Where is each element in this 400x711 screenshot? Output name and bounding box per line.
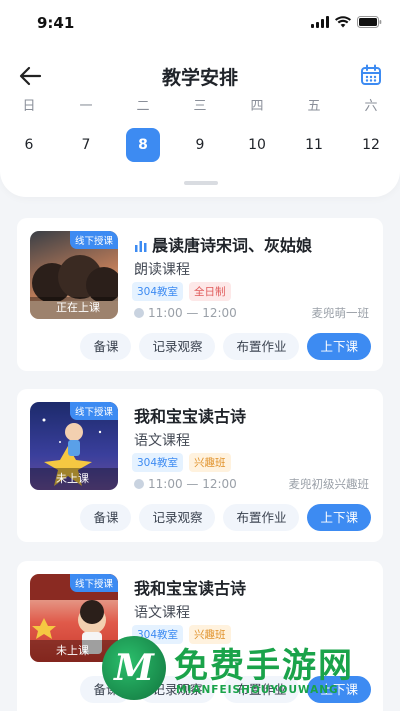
course-type: 朗读课程	[134, 262, 190, 278]
assign-homework-button[interactable]: 布置作业	[223, 504, 300, 531]
date-cell[interactable]: 11	[297, 128, 331, 162]
battery-icon	[357, 16, 382, 28]
clock-icon	[134, 479, 144, 489]
course-card[interactable]: 线下授课 未上课 我和宝宝读古诗 语文课程 304教室 兴趣班 11:00 — …	[17, 389, 383, 542]
weekday-label: 六	[364, 99, 378, 114]
thumb-status: 正在上课	[30, 297, 118, 319]
course-title: 我和宝宝读古诗	[134, 407, 247, 426]
record-observation-button[interactable]: 记录观察	[139, 504, 216, 531]
weekday-label: 二	[136, 99, 150, 114]
class-name: 麦兜初级兴趣班	[288, 477, 370, 491]
watermark-logo: M	[102, 636, 166, 700]
course-tags: 304教室 兴趣班	[132, 453, 231, 472]
room-tag: 304教室	[132, 453, 184, 472]
start-end-class-button[interactable]: 上下课	[307, 333, 371, 360]
page-title: 教学安排	[161, 67, 238, 89]
course-time: 11:00 — 12:00	[148, 477, 237, 491]
category-tag: 全日制	[189, 282, 231, 301]
site-watermark: M 免费手游网 MIANFEISHOUYOUWANG	[102, 632, 398, 711]
class-name: 麦兜萌一班	[311, 306, 370, 320]
weekday-label: 五	[307, 99, 321, 114]
date-row: 6 7 8 9 10 11 12	[0, 128, 400, 164]
course-time: 11:00 — 12:00	[148, 306, 237, 320]
thumb-status: 未上课	[30, 468, 118, 490]
course-type: 语文课程	[134, 433, 190, 449]
calendar-icon[interactable]	[360, 64, 382, 86]
course-card[interactable]: 线下授课 正在上课 晨读唐诗宋词、灰姑娘 朗读课程 304教室 全日制 11:0…	[17, 218, 383, 371]
status-bar: 9:41	[0, 0, 400, 46]
category-tag: 兴趣班	[189, 453, 231, 472]
thumb-tag: 线下授课	[69, 574, 118, 592]
assign-homework-button[interactable]: 布置作业	[223, 333, 300, 360]
thumb-tag: 线下授课	[69, 231, 118, 249]
date-cell[interactable]: 9	[183, 128, 217, 162]
header-panel: 9:41 教学安排 日 一 二 三 四 五 六 6 7 8 9 10 11 12	[0, 0, 400, 197]
course-title-text: 晨读唐诗宋词、灰姑娘	[152, 236, 313, 255]
record-observation-button[interactable]: 记录观察	[139, 333, 216, 360]
nav-bar: 教学安排	[0, 56, 400, 96]
date-cell[interactable]: 12	[354, 128, 388, 162]
course-thumbnail: 线下授课 未上课	[30, 402, 118, 490]
room-tag: 304教室	[132, 282, 184, 301]
weekday-label: 日	[22, 99, 36, 114]
weekday-label: 四	[250, 99, 264, 114]
wifi-icon	[335, 16, 351, 28]
watermark-subtext: MIANFEISHOUYOUWANG	[176, 684, 339, 696]
live-bars-icon	[135, 241, 147, 252]
course-title: 我和宝宝读古诗	[134, 579, 247, 598]
time-row: 11:00 — 12:00	[134, 477, 237, 491]
drag-handle[interactable]	[184, 181, 218, 185]
weekday-label: 一	[79, 99, 93, 114]
prepare-button[interactable]: 备课	[80, 333, 132, 360]
course-tags: 304教室 全日制	[132, 282, 231, 301]
date-cell-selected[interactable]: 8	[126, 128, 160, 162]
clock-icon	[134, 308, 144, 318]
status-icons	[311, 16, 382, 28]
date-cell[interactable]: 7	[69, 128, 103, 162]
course-type: 语文课程	[134, 605, 190, 621]
time-row: 11:00 — 12:00	[134, 306, 237, 320]
signal-icon	[311, 16, 329, 28]
date-cell[interactable]: 10	[240, 128, 274, 162]
card-actions: 备课 记录观察 布置作业 上下课	[80, 504, 371, 531]
card-actions: 备课 记录观察 布置作业 上下课	[80, 333, 371, 360]
weekday-row: 日 一 二 三 四 五 六	[0, 96, 400, 118]
course-thumbnail: 线下授课 正在上课	[30, 231, 118, 319]
thumb-tag: 线下授课	[69, 402, 118, 420]
date-cell[interactable]: 6	[12, 128, 46, 162]
start-end-class-button[interactable]: 上下课	[307, 504, 371, 531]
watermark-text: 免费手游网	[174, 646, 354, 686]
status-time: 9:41	[37, 14, 75, 32]
prepare-button[interactable]: 备课	[80, 504, 132, 531]
course-title: 晨读唐诗宋词、灰姑娘	[134, 232, 312, 256]
weekday-label: 三	[193, 99, 207, 114]
